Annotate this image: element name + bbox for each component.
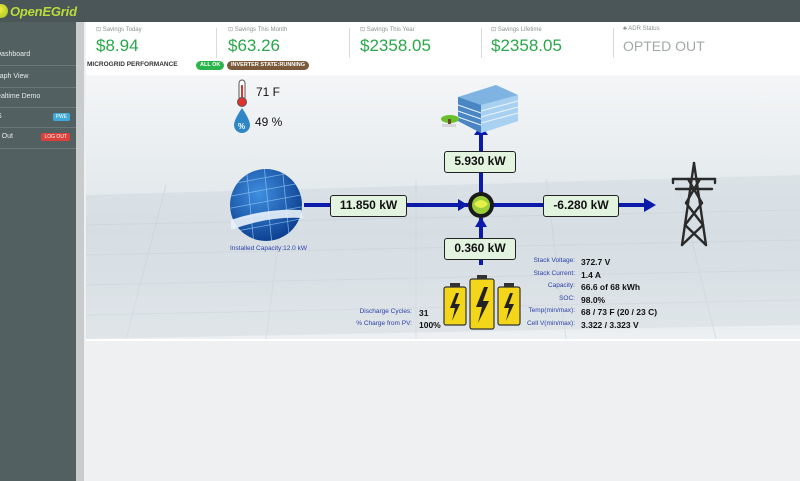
hub-icon (468, 192, 494, 218)
stat-savings-lifetime: ⊡ Savings Lifetime $2358.05 (491, 26, 562, 60)
stat-savings-year: ⊡ Savings This Year $2358.05 (360, 26, 431, 60)
logout-pill[interactable]: LOG OUT (41, 133, 70, 141)
stat-savings-month: ⊡ Savings This Month $63.26 (228, 26, 287, 60)
battery-stat-key: Capacity: (547, 282, 575, 289)
microgrid-panel: MICROGRID PERFORMANCE ALL OK INVERTER ST… (86, 58, 800, 341)
sidebar-item-label: Graph View (0, 73, 29, 80)
stat-value: $8.94 (96, 36, 139, 55)
battery-stat-value: 3.322 / 3.323 V (581, 320, 639, 330)
battery-stat-value: 68 / 73 F (20 / 23 C) (581, 307, 658, 317)
svg-text:%: % (238, 122, 245, 131)
stat-title: ⊡ Savings This Month (228, 27, 288, 33)
stat-divider (481, 28, 482, 58)
sidebar-item-pill: PWE (52, 113, 70, 121)
grid-flow-value: -6.280 kW (543, 195, 619, 217)
sidebar-gutter (76, 22, 84, 481)
top-bar: OpenEGrid (0, 0, 800, 22)
background-panels (86, 175, 800, 339)
thermometer-icon (237, 79, 247, 107)
battery-stat-key: Stack Voltage: (533, 257, 575, 264)
stats-bar: ⊡ Savings Today $8.94 ⊡ Savings This Mon… (86, 22, 800, 62)
stat-title: ⊡ Savings This Year (360, 27, 415, 33)
battery-stat-value: 98.0% (581, 295, 606, 305)
stat-savings-today: ⊡ Savings Today $8.94 (96, 26, 142, 60)
battery-stat-key: Temp(min/max): (528, 307, 575, 314)
battery-stat-key: Cell V(min/max): (526, 320, 575, 327)
humidity-value: 49 % (255, 115, 283, 129)
sidebar: Dashboard Graph View Realtime Demo S PWE… (0, 22, 76, 481)
battery-left-key: % Charge from PV: (356, 320, 412, 327)
stat-value: OPTED OUT (623, 38, 705, 54)
stat-title: ♣ ADR Status (623, 26, 660, 32)
stat-value: $63.26 (228, 36, 280, 55)
sidebar-item-dashboard[interactable]: Dashboard (0, 45, 76, 65)
sidebar-divider (0, 65, 76, 66)
sidebar-item-settings[interactable]: S PWE (0, 107, 76, 127)
battery-stat-value: 1.4 A (581, 270, 602, 280)
battery-left-value: 100% (419, 320, 441, 330)
temperature-value: 71 F (256, 85, 281, 99)
battery-pack-icon (443, 275, 521, 330)
building-flow-value: 5.930 kW (444, 151, 516, 173)
stat-divider (216, 28, 217, 58)
stat-divider (613, 28, 614, 58)
battery-left-key: Discharge Cycles: (359, 308, 412, 315)
sidebar-item-realtime-demo[interactable]: Realtime Demo (0, 87, 76, 107)
panel-title: MICROGRID PERFORMANCE (87, 61, 178, 68)
app-logo[interactable]: OpenEGrid (0, 1, 77, 21)
battery-stat-value: 66.6 of 68 kWh (581, 282, 641, 292)
sidebar-divider (0, 148, 76, 149)
sidebar-item-log-out[interactable]: Log Out LOG OUT (0, 127, 76, 147)
logo-sun-icon (0, 4, 8, 18)
logo-text: OpenEGrid (10, 3, 77, 19)
battery-flow-value: 0.360 kW (444, 238, 516, 260)
stat-value: $2358.05 (360, 36, 431, 55)
stat-title: ⊡ Savings Today (96, 27, 142, 33)
solar-capacity-label: Installed Capacity:12.0 kW (230, 245, 307, 252)
status-badge-ok: ALL OK (196, 61, 225, 70)
stat-title: ⊡ Savings Lifetime (491, 27, 542, 33)
solar-flow-value: 11.850 kW (330, 195, 407, 217)
stat-adr-status: ♣ ADR Status OPTED OUT (623, 26, 705, 60)
sidebar-item-label: Log Out (0, 133, 13, 140)
battery-stat-value: 372.7 V (581, 257, 611, 267)
sidebar-item-label: Dashboard (0, 51, 31, 58)
sidebar-item-label: Realtime Demo (0, 93, 41, 100)
stat-value: $2358.05 (491, 36, 562, 55)
stat-divider (349, 28, 350, 58)
battery-stat-key: SOC: (559, 295, 575, 302)
building-icon (441, 85, 519, 133)
microgrid-diagram: % 71 F 49 % 11.850 kW 5.930 kW -6.280 kW… (86, 75, 800, 339)
status-badge-inverter: INVERTER STATE:RUNNING (227, 61, 310, 70)
panel-header: MICROGRID PERFORMANCE ALL OK INVERTER ST… (86, 58, 800, 72)
flow-diagram-svg: % (86, 79, 800, 339)
sidebar-item-graph-view[interactable]: Graph View (0, 67, 76, 87)
battery-stat-key: Stack Current: (533, 270, 575, 277)
sidebar-item-label: S (0, 107, 2, 127)
battery-left-value: 31 (419, 308, 429, 318)
humidity-drop-icon: % (234, 108, 250, 133)
